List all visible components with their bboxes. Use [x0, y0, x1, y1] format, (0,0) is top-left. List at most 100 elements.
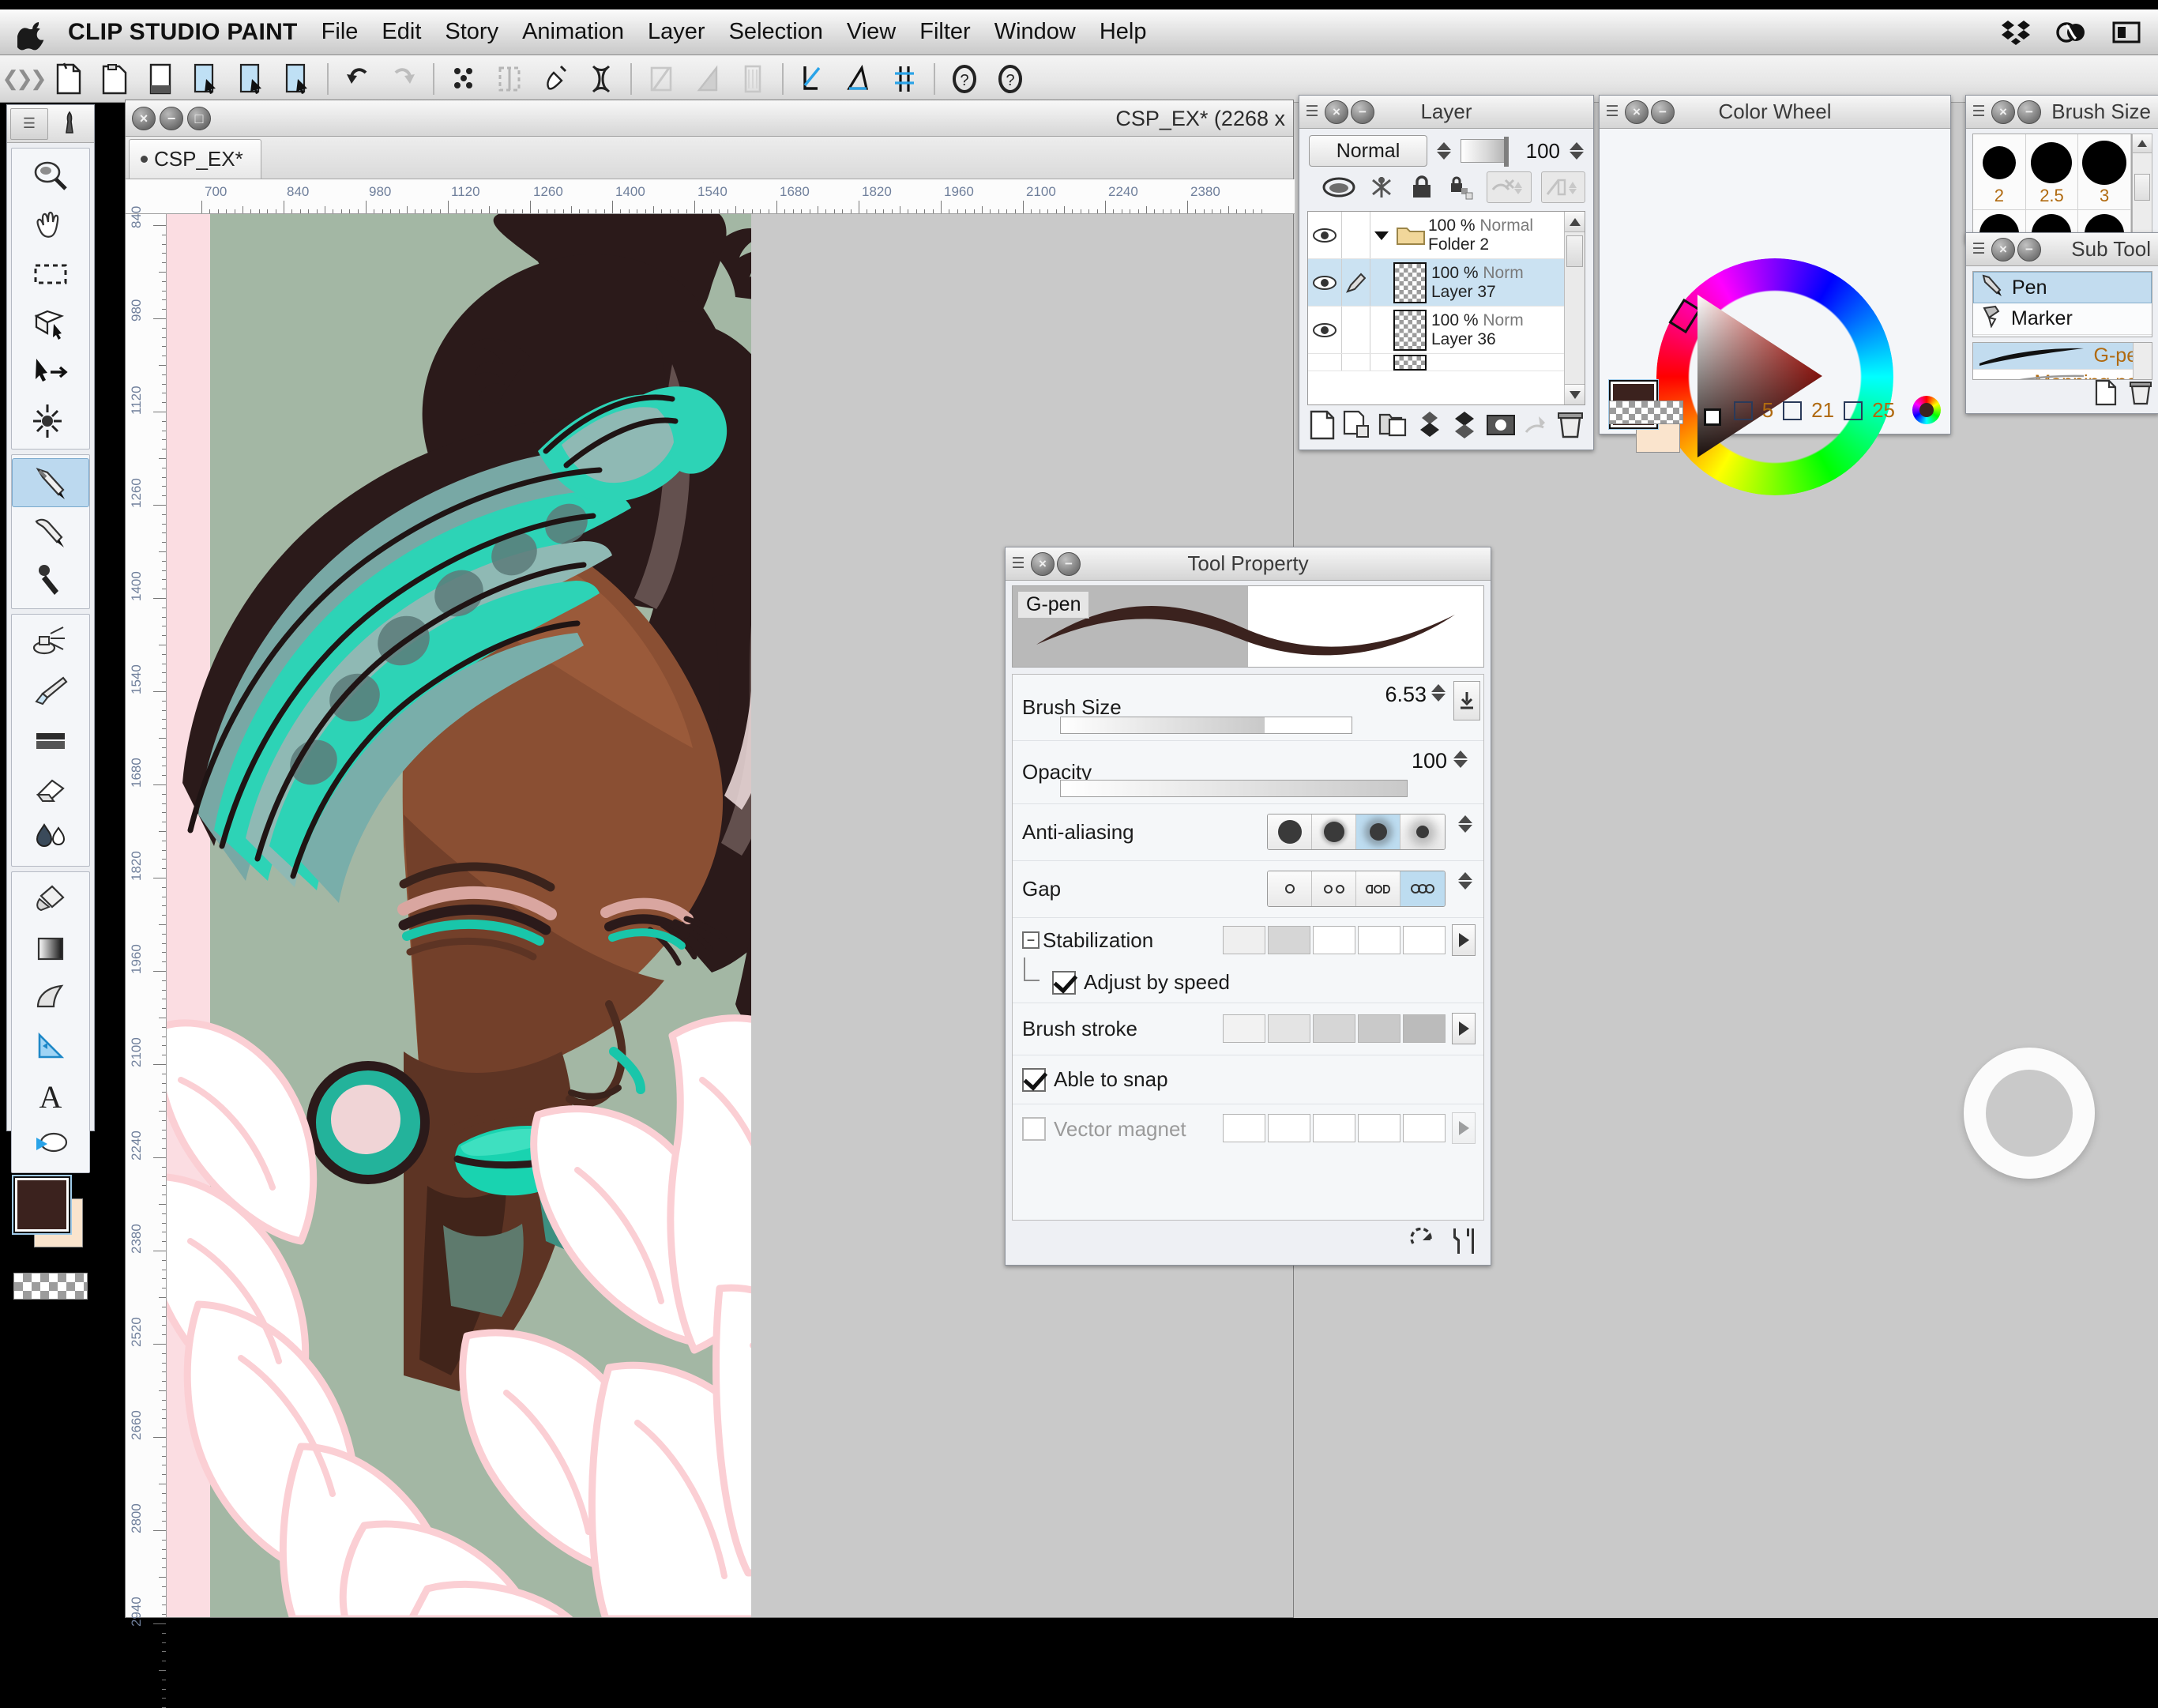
anti-aliasing-option-weak[interactable]	[1312, 814, 1356, 849]
brush-stroke-expand-button[interactable]	[1452, 1013, 1476, 1044]
stabilization-level-2[interactable]	[1268, 926, 1310, 954]
menu-item-window[interactable]: Window	[994, 19, 1076, 45]
opacity-slider[interactable]	[1060, 780, 1408, 797]
horizontal-ruler[interactable]: 700 840 980 1120 1260 1400 1540 1680 1820 1960 210…	[126, 179, 1295, 214]
delete-sub-tool-icon[interactable]	[2129, 379, 2152, 410]
new-layer-from-file-icon[interactable]	[1343, 410, 1371, 444]
redo-icon[interactable]	[381, 56, 427, 102]
brush-icon[interactable]	[12, 667, 89, 716]
lock-transparent-pixels-icon[interactable]	[1446, 171, 1477, 203]
close-icon[interactable]: ×	[1031, 551, 1055, 576]
pencil-icon[interactable]	[12, 507, 89, 556]
object-select-icon[interactable]	[12, 299, 89, 348]
menu-item-layer[interactable]: Layer	[648, 19, 705, 45]
menu-item-story[interactable]: Story	[445, 19, 498, 45]
anti-aliasing-spinner[interactable]	[1455, 815, 1476, 833]
layer-mask-icon[interactable]	[1366, 171, 1397, 203]
eraser-icon[interactable]	[12, 765, 89, 814]
layer-panel-header[interactable]: ☰ × − Layer	[1299, 96, 1593, 129]
anti-aliasing-option-strong[interactable]	[1400, 814, 1445, 849]
figure-icon[interactable]	[12, 973, 89, 1022]
import-icon[interactable]	[183, 56, 229, 102]
text-icon[interactable]: A	[12, 1071, 89, 1120]
layer-list-scrollbar[interactable]	[1564, 212, 1585, 404]
panel-menu-icon[interactable]: ☰	[1966, 233, 1991, 266]
close-icon[interactable]: ×	[1325, 100, 1348, 124]
folder-expand-icon[interactable]	[1370, 229, 1393, 242]
color-selector-handle[interactable]	[1704, 408, 1721, 426]
gap-options[interactable]	[1267, 871, 1446, 907]
drag-grip-icon[interactable]: ❮❯❯	[0, 55, 47, 103]
sub-tool-panel-header[interactable]: ☰ × − Sub Tool	[1966, 233, 2158, 266]
brush-size-cell[interactable]: 2	[1973, 134, 2026, 210]
save-icon[interactable]	[137, 56, 183, 102]
minimize-icon[interactable]: −	[1351, 100, 1374, 124]
transfer-down-icon[interactable]	[1415, 410, 1444, 444]
layer-opacity-slider[interactable]	[1461, 137, 1509, 167]
opacity-spinner[interactable]	[1450, 751, 1471, 768]
stabilization-levels[interactable]	[1223, 926, 1446, 954]
layer-opacity-spinner[interactable]	[1566, 142, 1587, 160]
layer-mask-icon[interactable]	[1486, 412, 1516, 442]
move-layer-icon[interactable]	[12, 348, 89, 397]
canvas-title-bar[interactable]: × − □ CSP_EX* (2268 x	[126, 100, 1293, 137]
flip-horizontal-icon[interactable]	[638, 56, 684, 102]
delete-layer-icon[interactable]	[1557, 410, 1584, 444]
layer-row-layer-37[interactable]: 100 % Norm Layer 37	[1308, 259, 1585, 307]
brush-stroke-level-1[interactable]	[1223, 1014, 1265, 1043]
eyedropper-icon[interactable]	[12, 556, 89, 605]
scroll-thumb[interactable]	[2134, 174, 2150, 201]
about-icon[interactable]: ?	[987, 56, 1033, 102]
layer-visibility-icon[interactable]	[1308, 274, 1341, 292]
color-mode-icon[interactable]	[1912, 396, 1941, 424]
undo-icon[interactable]	[335, 56, 381, 102]
adobe-creative-cloud-icon[interactable]	[2054, 17, 2088, 48]
brush-size-grid[interactable]: 2 2.5 3	[1972, 134, 2132, 239]
maximize-icon[interactable]: □	[187, 106, 211, 130]
layer-list[interactable]: 100 % Normal Folder 2 100 % Norm Layer 3…	[1307, 211, 1585, 405]
layer-visibility-icon[interactable]	[1308, 227, 1341, 244]
minimize-icon[interactable]: −	[1057, 551, 1081, 576]
balloon-icon[interactable]	[12, 1120, 89, 1169]
clear-icon[interactable]	[441, 56, 487, 102]
gap-option-medium[interactable]	[1356, 871, 1400, 906]
brush-size-slider[interactable]	[1060, 717, 1352, 734]
sub-tool-group-list[interactable]: Pen Marker	[1972, 271, 2152, 337]
scroll-down-icon[interactable]	[1565, 384, 1585, 404]
menu-item-view[interactable]: View	[847, 19, 896, 45]
gap-option-none[interactable]	[1268, 871, 1312, 906]
menu-item-file[interactable]: File	[321, 19, 359, 45]
pen-pressure-button[interactable]	[1453, 681, 1480, 720]
fill-icon[interactable]	[532, 56, 578, 102]
foreground-color-swatch[interactable]	[13, 1176, 70, 1233]
scroll-up-icon[interactable]	[1565, 212, 1585, 232]
panel-menu-icon[interactable]: ☰	[1006, 547, 1031, 581]
tool-preview-area[interactable]: G-pen	[1012, 585, 1484, 668]
sub-tool-list[interactable]: G-pen Mapping pen Turnip pen Calligraphy…	[1972, 342, 2152, 380]
magnifier-icon[interactable]	[12, 152, 89, 201]
grid-snap-icon[interactable]	[882, 56, 927, 102]
ruler-snap-icon[interactable]	[790, 56, 836, 102]
anti-aliasing-option-none[interactable]	[1268, 814, 1312, 849]
stabilization-level-3[interactable]	[1313, 926, 1355, 954]
sub-tool-scrollbar[interactable]	[2133, 343, 2152, 379]
frame-border-icon[interactable]	[730, 56, 776, 102]
fill-bucket-icon[interactable]	[12, 875, 89, 924]
tool-property-panel-header[interactable]: ☰ × − Tool Property	[1006, 547, 1491, 581]
sub-tool-group-pen[interactable]: Pen	[1973, 272, 2152, 303]
sub-tool-item-g-pen[interactable]: G-pen	[1973, 343, 2152, 370]
minimize-icon[interactable]: −	[160, 106, 183, 130]
open-file-icon[interactable]	[92, 56, 137, 102]
dropbox-icon[interactable]	[1998, 17, 2033, 48]
flip-vertical-icon[interactable]	[684, 56, 730, 102]
close-icon[interactable]: ×	[132, 106, 156, 130]
duplicate-sub-tool-icon[interactable]	[2094, 379, 2118, 410]
adjust-by-speed-checkbox[interactable]	[1052, 970, 1076, 995]
layer-row-layer-36[interactable]: 100 % Norm Layer 36	[1308, 307, 1585, 354]
scroll-thumb[interactable]	[1566, 235, 1583, 267]
scroll-up-icon[interactable]	[2133, 134, 2152, 153]
palette-menu-icon[interactable]: ☰	[10, 107, 48, 140]
brush-size-cell[interactable]: 2.5	[2025, 134, 2079, 210]
layer-row-folder-2[interactable]: 100 % Normal Folder 2	[1308, 212, 1585, 259]
scale-rotate-icon[interactable]	[578, 56, 624, 102]
